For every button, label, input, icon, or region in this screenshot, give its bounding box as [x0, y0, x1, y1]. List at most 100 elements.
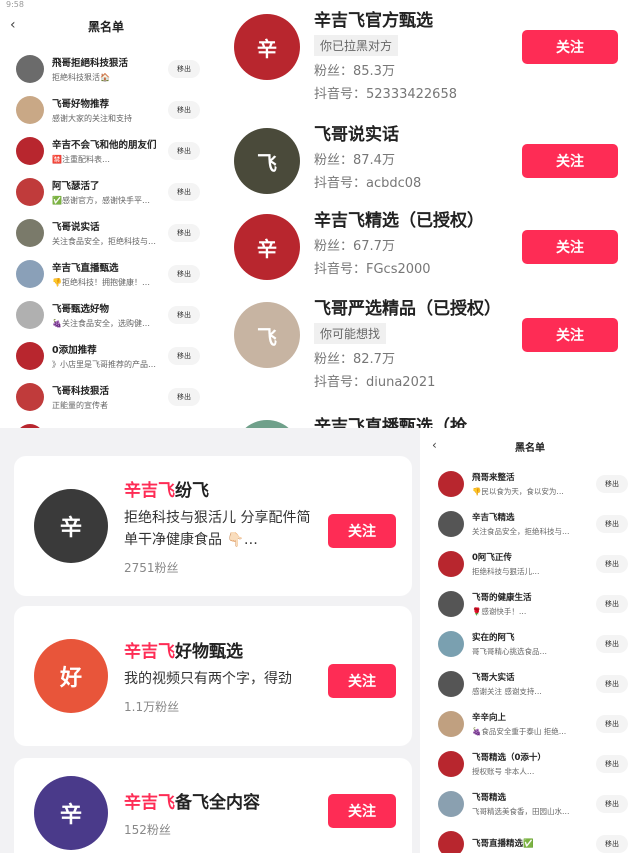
list-item[interactable]: 飞哥的健康生活 🌹感谢快手！… 移出: [420, 584, 640, 624]
item-name: 辛吉不会飞和他的朋友们: [52, 139, 157, 151]
follower-count: 粉丝：85.3万: [314, 64, 395, 79]
remove-button[interactable]: 移出: [168, 100, 200, 119]
remove-button[interactable]: 移出: [596, 635, 628, 653]
remove-button[interactable]: 移出: [596, 595, 628, 613]
item-desc: 拒絶科技狠活🏠: [52, 72, 110, 82]
search-result-item[interactable]: 飞飞哥严选精品（已授权） 你可能想找 粉丝：82.7万 抖音号：diuna2021 关注: [212, 294, 640, 390]
item-info: 辛吉飞直播甄选（抢…: [314, 412, 520, 428]
item-name: 0添加推荐: [52, 344, 97, 356]
follow-button[interactable]: 关注: [522, 144, 618, 178]
remove-button[interactable]: 移出: [168, 264, 200, 283]
item-info: 飞哥说实话 关注食品安全，拒绝科技与…: [52, 219, 168, 247]
list-item[interactable]: 飞哥科技狠活 正能量的宣传者 移出: [0, 376, 212, 417]
account-name: 飞哥说实话: [314, 125, 399, 145]
follow-button[interactable]: 关注: [328, 794, 396, 828]
item-desc: 🍇食品安全重于泰山 拒绝…: [472, 727, 567, 736]
account-name: 辛吉飞精选（已授权）: [314, 211, 484, 231]
name-highlight: 辛吉飞: [124, 793, 175, 813]
account-name: 辛吉飞备飞全内容: [124, 788, 319, 813]
list-item[interactable]: 实在的阿飞 哥飞哥精心挑选食品… 移出: [420, 624, 640, 664]
remove-button[interactable]: 移出: [596, 715, 628, 733]
list-item[interactable]: 0阿飞正传 拒绝科技与狠活儿… 移出: [420, 544, 640, 584]
item-name: 飞哥好物推荐: [52, 98, 110, 110]
remove-button[interactable]: 移出: [168, 59, 200, 78]
name-rest: 备飞全内容: [175, 793, 260, 813]
user-card[interactable]: 好辛吉飞好物甄选 我的视频只有两个字，得劲 1.1万粉丝 关注: [14, 606, 412, 746]
remove-button[interactable]: 移出: [168, 387, 200, 406]
follower-count: 粉丝：82.7万: [314, 352, 395, 367]
remove-button[interactable]: 移出: [168, 141, 200, 160]
name-rest: 好物甄选: [175, 642, 243, 662]
list-item[interactable]: 飞哥说实话 关注食品安全，拒绝科技与… 移出: [0, 212, 212, 253]
item-name: 辛吉飞直播甄选: [52, 262, 119, 274]
item-info: 飞哥甄选好物 🍇关注食品安全，选购健…: [52, 301, 168, 329]
item-name: 飞哥精选（0添十）: [472, 753, 546, 763]
search-result-item[interactable]: 辛辛吉飞精选（已授权） 粉丝：67.7万 抖音号：FGcs2000 关注: [212, 206, 640, 294]
item-name: 飞哥的健康生活: [472, 593, 532, 603]
list-item[interactable]: 阿飞瑟活了 ✅感谢官方，感谢快手平… 移出: [0, 171, 212, 212]
follow-button[interactable]: 关注: [522, 318, 618, 352]
follow-button[interactable]: 关注: [522, 230, 618, 264]
list-item[interactable]: 飛哥来整活 👎民以食为天，食以安为… 移出: [420, 464, 640, 504]
list-item[interactable]: 飞哥严选移出: [0, 417, 212, 428]
list-item[interactable]: 飞哥直播精选✅ 移出: [420, 824, 640, 853]
item-name: 辛吉飞精选: [472, 513, 515, 523]
back-chevron-icon[interactable]: ‹: [432, 438, 437, 452]
list-item[interactable]: 飞哥精选（0添十） 授权账号 非本人… 移出: [420, 744, 640, 784]
list-item[interactable]: 飛哥拒絕科技狠活 拒絶科技狠活🏠 移出: [0, 48, 212, 89]
item-name: 0阿飞正传: [472, 553, 512, 563]
list-item[interactable]: 辛吉飞直播甄选 👎拒绝科技！拥抱健康！… 移出: [0, 253, 212, 294]
follow-button[interactable]: 关注: [522, 30, 618, 64]
item-info: 飞哥精选 飞哥精选美食香，田园山水…: [472, 791, 596, 817]
remove-button[interactable]: 移出: [168, 305, 200, 324]
avatar: 辛: [234, 214, 300, 280]
remove-button[interactable]: 移出: [168, 223, 200, 242]
blacklist: 飛哥拒絕科技狠活 拒絶科技狠活🏠 移出 飞哥好物推荐 感谢大家的关注和支持 移出 辛吉不会飞…: [0, 48, 212, 428]
remove-button[interactable]: 移出: [596, 555, 628, 573]
follower-count: 2751粉丝: [124, 561, 179, 575]
follow-button[interactable]: 关注: [328, 664, 396, 698]
remove-button[interactable]: 移出: [596, 835, 628, 853]
list-item[interactable]: 飞哥大实话 感谢关注 感谢支持… 移出: [420, 664, 640, 704]
user-card[interactable]: 辛辛吉飞备飞全内容 152粉丝 关注: [14, 758, 412, 853]
follower-count: 1.1万粉丝: [124, 700, 180, 714]
avatar: [438, 831, 464, 853]
follow-button[interactable]: 关注: [328, 514, 396, 548]
name-highlight: 辛吉飞: [124, 642, 175, 662]
list-item[interactable]: 飞哥精选 飞哥精选美食香，田园山水… 移出: [420, 784, 640, 824]
back-chevron-icon[interactable]: ‹: [10, 17, 16, 33]
remove-button[interactable]: 移出: [168, 346, 200, 365]
list-item[interactable]: 飞哥好物推荐 感谢大家的关注和支持 移出: [0, 89, 212, 130]
list-item[interactable]: 辛吉不会飞和他的朋友们 🈲注重配料表… 移出: [0, 130, 212, 171]
follower-count: 粉丝：67.7万: [314, 239, 395, 254]
item-name: 飞哥直播精选✅: [472, 838, 534, 849]
remove-button[interactable]: 移出: [596, 675, 628, 693]
remove-button[interactable]: 移出: [596, 515, 628, 533]
item-info: 飞哥的健康生活 🌹感谢快手！…: [472, 591, 596, 617]
bio-text: 拒绝科技与狠活儿 分享配件简单干净健康食品 👇🏻…: [124, 510, 311, 548]
remove-button[interactable]: 移出: [596, 795, 628, 813]
header-bar: 9:58 ‹ 黑名单: [0, 0, 212, 48]
remove-button[interactable]: 移出: [596, 475, 628, 493]
avatar: 辛: [234, 420, 300, 428]
remove-button[interactable]: 移出: [596, 755, 628, 773]
list-item[interactable]: 飞哥甄选好物 🍇关注食品安全，选购健… 移出: [0, 294, 212, 335]
remove-button[interactable]: 移出: [168, 182, 200, 201]
search-result-item[interactable]: 辛辛吉飞官方甄选 你已拉黑对方 粉丝：85.3万 抖音号：52333422658 关注: [212, 6, 640, 102]
page-title: 黑名单: [515, 442, 545, 454]
avatar: [16, 54, 44, 83]
name-highlight: 辛吉飞: [124, 481, 175, 501]
list-item[interactable]: 辛吉飞精选 关注食品安全，拒绝科技与… 移出: [420, 504, 640, 544]
user-card[interactable]: 辛辛吉飞纷飞 拒绝科技与狠活儿 分享配件简单干净健康食品 👇🏻… 2751粉丝 关注: [14, 456, 412, 596]
avatar: 辛: [34, 489, 108, 563]
list-item[interactable]: 辛辛向上 🍇食品安全重于泰山 拒绝… 移出: [420, 704, 640, 744]
search-result-item[interactable]: 辛 辛吉飞直播甄选（抢…: [212, 412, 640, 428]
list-item[interactable]: 0添加推荐 》小店里是飞哥推荐的产品… 移出: [0, 335, 212, 376]
douyin-id: 抖音号：diuna2021: [314, 375, 436, 390]
item-desc: 飞哥精选美食香，田园山水…: [472, 807, 570, 816]
avatar: [438, 471, 464, 497]
item-name: 飞哥科技狠活: [52, 385, 110, 397]
search-result-item[interactable]: 飞飞哥说实话 粉丝：87.4万 抖音号：acbdc08 关注: [212, 120, 640, 208]
avatar: [438, 751, 464, 777]
avatar: [438, 711, 464, 737]
